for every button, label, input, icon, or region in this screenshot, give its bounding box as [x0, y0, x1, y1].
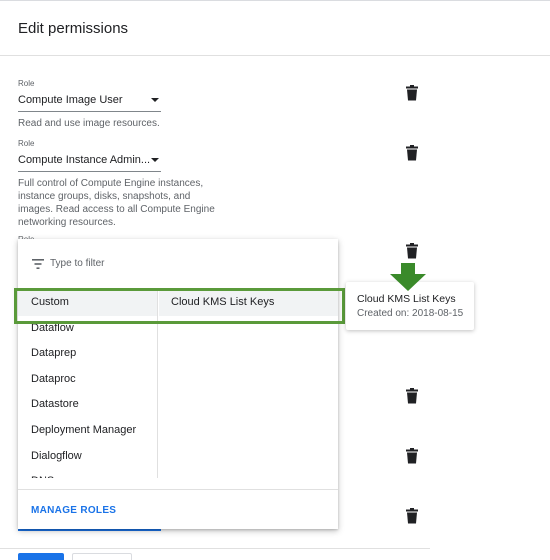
cancel-button[interactable] — [72, 553, 132, 560]
dialog-header: Edit permissions — [0, 0, 550, 56]
save-button[interactable] — [18, 553, 64, 560]
caret-down-icon — [151, 98, 159, 102]
role-row-1: Role Compute Image User Read and use ima… — [18, 79, 218, 130]
trash-icon[interactable] — [405, 388, 419, 404]
service-item-dataproc[interactable]: Dataproc — [18, 367, 157, 393]
annotation-highlight-box — [14, 288, 345, 324]
caret-down-icon — [151, 158, 159, 162]
trash-icon[interactable] — [405, 85, 419, 101]
filter-icon — [32, 259, 44, 269]
role-label: Role — [18, 139, 35, 148]
service-item-dns[interactable]: DNS — [18, 469, 157, 478]
tooltip-subtitle: Created on: 2018-08-15 — [357, 308, 464, 319]
service-item-deployment-manager[interactable]: Deployment Manager — [18, 418, 157, 444]
trash-icon[interactable] — [405, 145, 419, 161]
dialog-title: Edit permissions — [18, 20, 129, 37]
filter-row — [18, 239, 338, 289]
role-picker-dropdown: Custom Dataflow Dataprep Dataproc Datast… — [18, 239, 338, 529]
dropdown-footer: MANAGE ROLES — [18, 489, 338, 529]
role-description: Full control of Compute Engine instances… — [18, 178, 215, 228]
role-row-2: Role Compute Instance Admin... Full cont… — [18, 139, 218, 229]
service-item-dataprep[interactable]: Dataprep — [18, 341, 157, 367]
role-label: Role — [18, 79, 35, 88]
role-description: Read and use image resources. — [18, 118, 160, 129]
service-item-datastore[interactable]: Datastore — [18, 392, 157, 418]
role-select-value: Compute Image User — [18, 94, 123, 106]
trash-icon[interactable] — [405, 448, 419, 464]
trash-icon[interactable] — [405, 243, 419, 259]
tooltip-title: Cloud KMS List Keys — [357, 293, 456, 305]
service-item-dialogflow[interactable]: Dialogflow — [18, 444, 157, 470]
manage-roles-link[interactable]: MANAGE ROLES — [31, 505, 116, 516]
role-select-2[interactable]: Compute Instance Admin... — [18, 152, 161, 172]
role-select-1[interactable]: Compute Image User — [18, 92, 161, 112]
arrow-down-icon — [390, 263, 426, 291]
role-select-value: Compute Instance Admin... — [18, 154, 151, 166]
footer-divider — [0, 548, 430, 549]
filter-input[interactable] — [50, 253, 250, 273]
trash-icon[interactable] — [405, 508, 419, 524]
